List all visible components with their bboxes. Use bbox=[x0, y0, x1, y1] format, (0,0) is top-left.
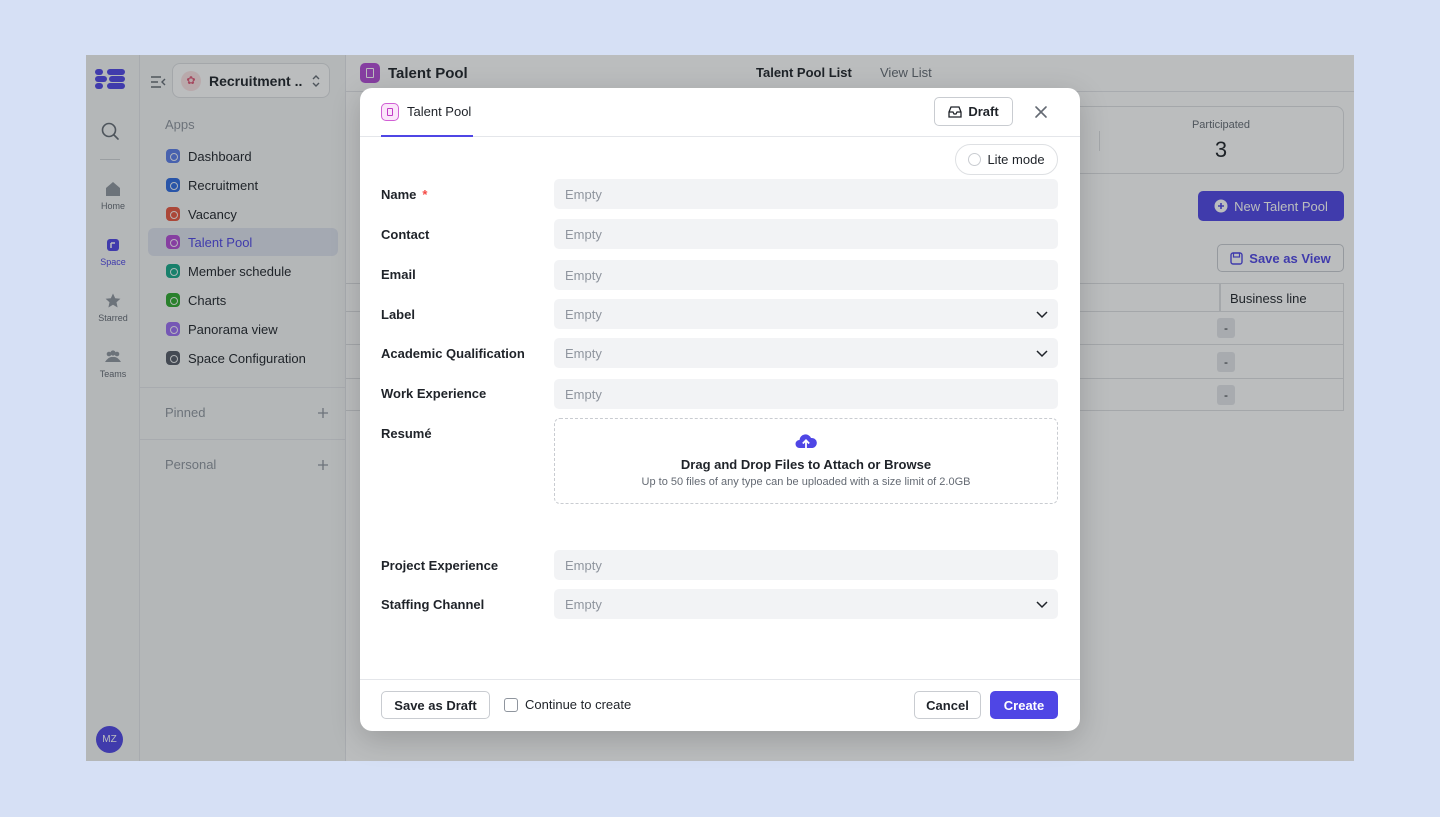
label-placeholder: Empty bbox=[565, 307, 602, 322]
upload-subtitle: Up to 50 files of any type can be upload… bbox=[641, 476, 971, 488]
project-experience-placeholder: Empty bbox=[565, 558, 602, 573]
academic-qualification-select[interactable]: Empty bbox=[554, 338, 1058, 368]
chevron-down-icon bbox=[1036, 350, 1048, 358]
academic-qualification-field-label: Academic Qualification bbox=[381, 346, 525, 361]
save-as-draft-button[interactable]: Save as Draft bbox=[381, 691, 490, 719]
label-field-label: Label bbox=[381, 307, 415, 322]
project-experience-field-label: Project Experience bbox=[381, 558, 499, 573]
draft-button[interactable]: Draft bbox=[934, 97, 1013, 126]
cloud-upload-icon bbox=[795, 434, 817, 449]
project-experience-input[interactable]: Empty bbox=[554, 550, 1058, 580]
dialog-tab-label: Talent Pool bbox=[407, 104, 472, 119]
staffing-channel-field-label: Staffing Channel bbox=[381, 597, 485, 612]
email-field-label: Email bbox=[381, 267, 416, 282]
lite-mode-label: Lite mode bbox=[987, 152, 1045, 167]
contact-field-label: Contact bbox=[381, 227, 430, 242]
continue-to-create-checkbox[interactable] bbox=[504, 697, 518, 712]
create-button[interactable]: Create bbox=[990, 691, 1058, 719]
lite-mode-toggle[interactable]: Lite mode bbox=[955, 144, 1058, 175]
staffing-channel-select[interactable]: Empty bbox=[554, 589, 1058, 619]
work-experience-field-label: Work Experience bbox=[381, 386, 487, 401]
work-experience-placeholder: Empty bbox=[565, 387, 602, 402]
academic-qualification-placeholder: Empty bbox=[565, 346, 602, 361]
upload-title: Drag and Drop Files to Attach or Browse bbox=[680, 457, 932, 472]
draft-label: Draft bbox=[968, 104, 999, 119]
resume-field-label: Resumé bbox=[381, 426, 432, 441]
resume-upload-dropzone[interactable]: Drag and Drop Files to Attach or Browse … bbox=[554, 418, 1058, 504]
continue-to-create-option[interactable]: Continue to create bbox=[504, 697, 631, 712]
name-placeholder: Empty bbox=[565, 187, 602, 202]
lite-mode-radio[interactable] bbox=[968, 153, 982, 166]
email-input[interactable]: Empty bbox=[554, 260, 1058, 290]
create-talent-pool-dialog: Talent Pool Draft Lite mode Name * Empty … bbox=[360, 88, 1080, 731]
continue-to-create-label: Continue to create bbox=[525, 697, 632, 712]
close-icon[interactable] bbox=[1031, 102, 1051, 122]
required-asterisk: * bbox=[422, 187, 428, 202]
talent-pool-icon bbox=[381, 102, 399, 121]
name-field-label: Name * bbox=[381, 187, 427, 202]
chevron-down-icon bbox=[1036, 311, 1048, 319]
staffing-channel-placeholder: Empty bbox=[565, 597, 602, 612]
dialog-footer: Save as Draft Continue to create Cancel … bbox=[360, 679, 1080, 731]
inbox-icon bbox=[948, 105, 962, 118]
email-placeholder: Empty bbox=[565, 268, 602, 283]
name-input[interactable]: Empty bbox=[554, 179, 1058, 209]
cancel-button[interactable]: Cancel bbox=[914, 691, 981, 719]
work-experience-input[interactable]: Empty bbox=[554, 379, 1058, 409]
name-label-text: Name bbox=[381, 187, 417, 202]
dialog-tab-talent-pool[interactable]: Talent Pool bbox=[381, 88, 474, 137]
contact-placeholder: Empty bbox=[565, 227, 602, 242]
chevron-down-icon bbox=[1036, 601, 1048, 609]
contact-input[interactable]: Empty bbox=[554, 219, 1058, 249]
label-select[interactable]: Empty bbox=[554, 299, 1058, 329]
dialog-header: Talent Pool Draft bbox=[360, 88, 1080, 137]
